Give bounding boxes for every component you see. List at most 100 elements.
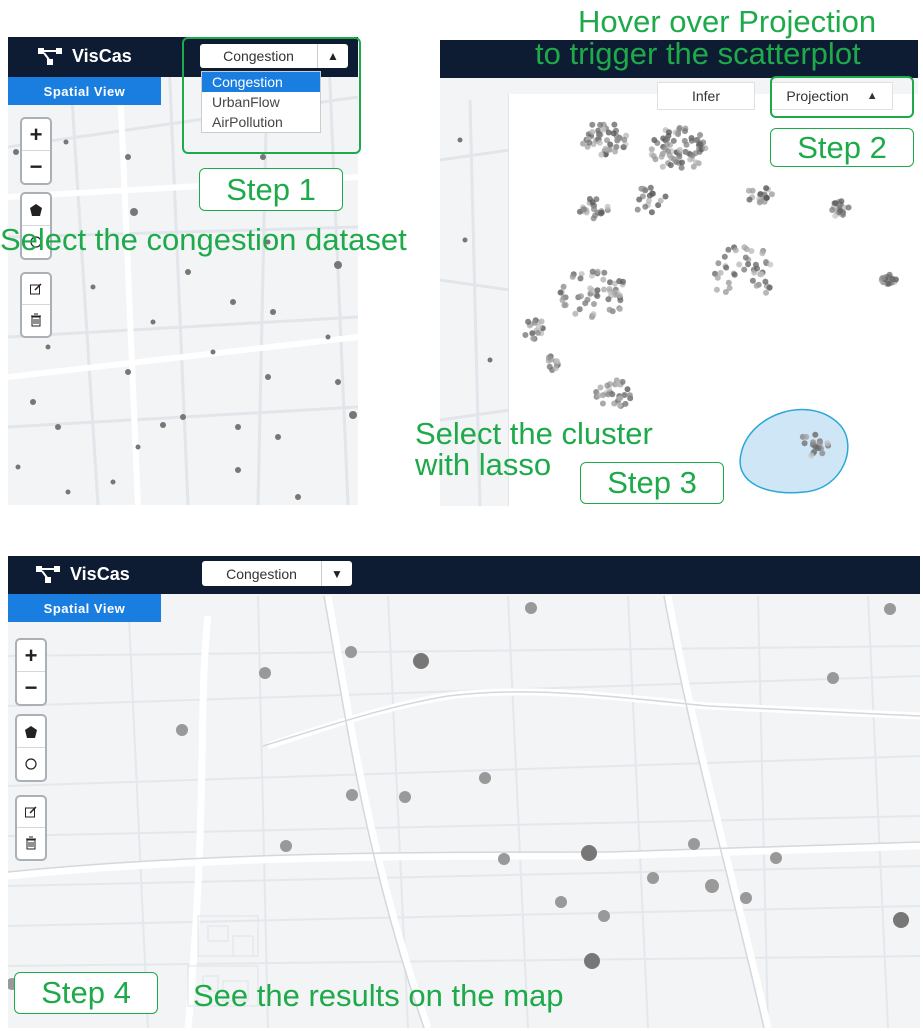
scatter-point xyxy=(586,196,593,202)
scatter-point xyxy=(596,132,603,139)
scatter-point xyxy=(679,159,685,166)
network-logo-icon xyxy=(36,566,60,583)
scatter-point xyxy=(604,203,611,210)
spatial-view-panel-bottom: VisCas Congestion ▼ Spatial View + − xyxy=(8,556,920,1028)
edit-icon[interactable] xyxy=(17,797,45,827)
scatter-point xyxy=(535,329,541,336)
scatter-point xyxy=(689,152,696,159)
scatter-point xyxy=(768,191,775,198)
app-name: VisCas xyxy=(70,563,130,584)
scatter-point xyxy=(531,319,538,326)
scatter-point xyxy=(676,153,683,160)
scatter-point xyxy=(634,206,641,213)
scatter-point xyxy=(837,207,844,214)
scatter-point xyxy=(803,433,810,440)
scatter-point xyxy=(561,302,568,309)
scatter-point xyxy=(611,121,618,128)
spatial-view-tab[interactable]: Spatial View xyxy=(8,77,161,105)
scatter-point xyxy=(636,196,643,203)
scatter-point xyxy=(525,318,532,325)
circle-draw-icon[interactable] xyxy=(17,747,45,779)
scatter-point xyxy=(615,136,621,143)
scatter-point xyxy=(723,264,730,271)
scatter-point xyxy=(766,284,773,291)
scatter-point xyxy=(597,121,604,128)
scatter-point xyxy=(648,146,655,153)
scatter-point xyxy=(606,306,613,313)
trash-icon[interactable] xyxy=(17,827,45,858)
scatter-point xyxy=(664,141,670,148)
scatter-point xyxy=(702,145,709,152)
scatter-point xyxy=(665,148,671,154)
scatter-point xyxy=(606,286,613,292)
scatter-point xyxy=(626,392,633,399)
scatter-point xyxy=(676,124,683,131)
select-dataset-annotation: Select the congestion dataset xyxy=(0,222,407,257)
polygon-draw-icon[interactable] xyxy=(17,716,45,747)
scatter-point xyxy=(602,145,609,152)
zoom-in-button[interactable]: + xyxy=(22,119,50,150)
scatter-point xyxy=(832,200,839,207)
app-brand[interactable]: VisCas xyxy=(36,45,132,67)
scatter-point xyxy=(591,301,597,307)
spatial-view-tab[interactable]: Spatial View xyxy=(8,594,161,622)
network-logo-icon xyxy=(38,48,62,65)
scatter-point xyxy=(605,391,612,398)
scatter-point xyxy=(676,147,683,153)
scatter-point xyxy=(601,269,608,276)
scatter-point xyxy=(584,296,591,303)
scatter-point xyxy=(598,151,605,158)
scatter-point xyxy=(812,431,819,438)
lasso-selection[interactable] xyxy=(739,408,849,494)
scatter-point xyxy=(725,279,732,286)
zoom-controls: + − xyxy=(20,117,52,185)
scatter-point xyxy=(696,140,703,147)
scatter-point xyxy=(754,265,761,272)
dataset-select[interactable]: Congestion ▼ xyxy=(202,561,352,586)
chevron-down-icon[interactable]: ▼ xyxy=(321,561,352,586)
step3-badge: Step 3 xyxy=(580,462,724,504)
step2-badge: Step 2 xyxy=(770,128,914,167)
scatter-point xyxy=(763,194,770,201)
scatter-point xyxy=(662,193,669,200)
zoom-out-button[interactable]: − xyxy=(22,150,50,182)
scatter-point xyxy=(613,143,620,150)
hover-annotation-line2: to trigger the scatterplot xyxy=(535,36,861,71)
edit-icon[interactable] xyxy=(22,274,50,304)
scatter-point xyxy=(715,260,722,267)
scatter-point xyxy=(713,286,720,293)
scatter-point xyxy=(670,156,677,163)
scatter-point xyxy=(616,292,623,299)
scatter-point xyxy=(589,121,596,128)
lasso-annotation-line2: with lasso xyxy=(415,447,552,482)
polygon-draw-icon[interactable] xyxy=(22,194,50,225)
scatter-point xyxy=(601,286,607,293)
scatter-point xyxy=(652,156,659,163)
lasso-annotation-line1: Select the cluster xyxy=(415,416,653,451)
scatter-point xyxy=(594,287,601,294)
scatter-point xyxy=(578,293,584,300)
zoom-in-button[interactable]: + xyxy=(17,640,45,671)
app-brand[interactable]: VisCas xyxy=(34,563,130,585)
scatter-point xyxy=(736,261,743,268)
zoom-out-button[interactable]: − xyxy=(17,671,45,703)
step4-badge: Step 4 xyxy=(14,972,158,1014)
scatter-point xyxy=(721,253,728,260)
scatter-point xyxy=(600,276,607,283)
scatter-point xyxy=(659,163,666,170)
scatter-point xyxy=(591,206,597,213)
scatter-point xyxy=(604,382,611,389)
scatter-point xyxy=(688,137,695,144)
scatter-point xyxy=(742,254,749,261)
scatter-point xyxy=(557,289,564,296)
scatter-point xyxy=(657,197,664,204)
scatter-point xyxy=(646,192,653,199)
scatter-point xyxy=(597,210,604,217)
trash-icon[interactable] xyxy=(22,304,50,335)
map-background xyxy=(8,595,920,1028)
dataset-highlight-box xyxy=(182,37,361,154)
scatter-point xyxy=(580,206,587,213)
scatter-point xyxy=(731,271,738,278)
scatter-point xyxy=(616,278,623,285)
zoom-controls: + − xyxy=(15,638,47,706)
